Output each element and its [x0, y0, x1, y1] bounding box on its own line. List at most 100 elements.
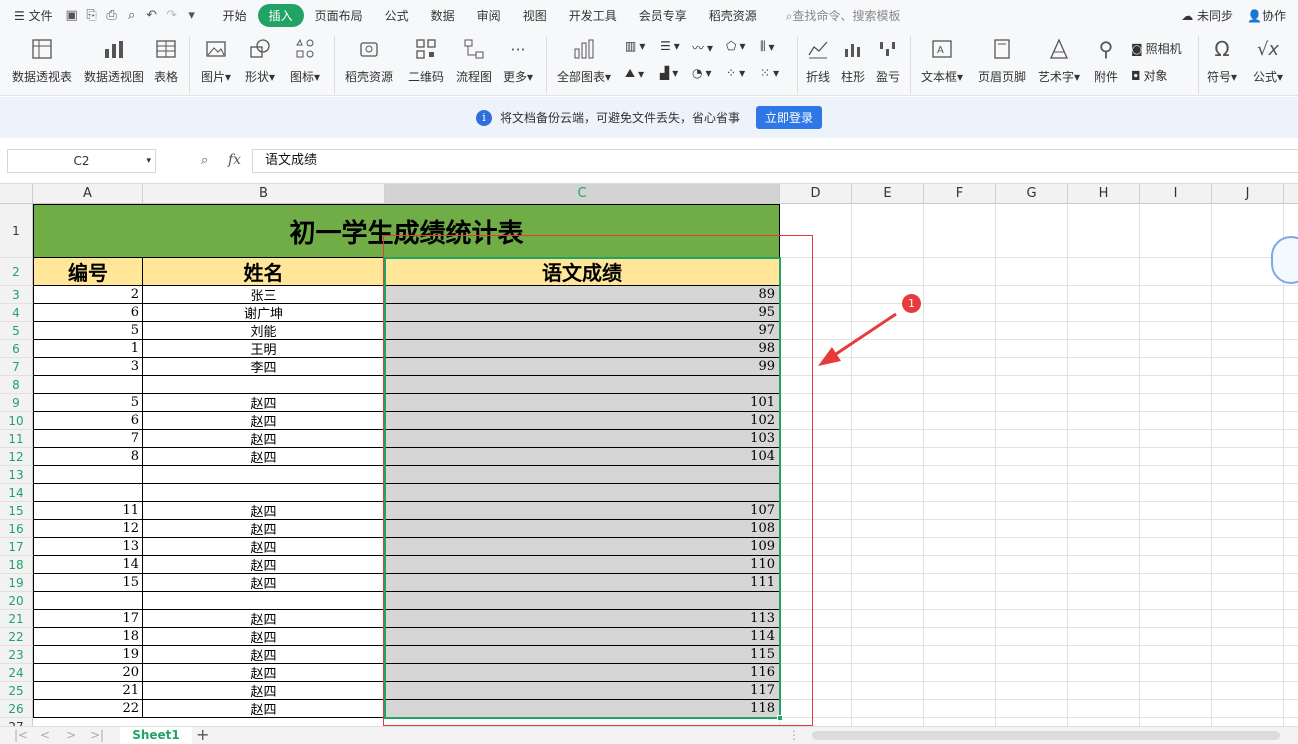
symbol-button[interactable]: Ω 符号▾ [1203, 34, 1241, 85]
id-cell[interactable]: 11 [33, 502, 143, 520]
horizontal-scrollbar[interactable] [812, 731, 1280, 740]
icon-library-button[interactable]: 图标▾ [285, 34, 325, 85]
row-header-19[interactable]: 19 [0, 574, 33, 592]
id-cell[interactable]: 7 [33, 430, 143, 448]
column-header-c[interactable]: C [385, 184, 780, 204]
collab-button[interactable]: 👤协作 [1247, 7, 1286, 24]
column-header-i[interactable]: I [1140, 184, 1212, 204]
row-header-4[interactable]: 4 [0, 304, 33, 322]
row-header-25[interactable]: 25 [0, 682, 33, 700]
name-cell[interactable]: 赵四 [143, 394, 385, 412]
scatter-chart-dropdown[interactable]: ⁘ ▾ [726, 66, 745, 80]
sparkline-column-button[interactable]: 柱形 [838, 34, 868, 85]
row-header-24[interactable]: 24 [0, 664, 33, 682]
id-cell[interactable]: 2 [33, 286, 143, 304]
header-footer-button[interactable]: 页眉页脚 [975, 34, 1029, 85]
qrcode-button[interactable]: 二维码 [406, 34, 446, 85]
id-cell[interactable]: 5 [33, 394, 143, 412]
name-cell[interactable] [143, 484, 385, 502]
column-header-f[interactable]: F [924, 184, 996, 204]
id-cell[interactable]: 13 [33, 538, 143, 556]
row-header-5[interactable]: 5 [0, 322, 33, 340]
quick-access-dropdown-icon[interactable]: ▾ [182, 8, 202, 23]
object-button[interactable]: ◘ 对象 [1131, 67, 1168, 84]
area-chart-dropdown[interactable]: ⛰ ▾ [625, 66, 644, 81]
name-cell[interactable] [143, 466, 385, 484]
row-header-13[interactable]: 13 [0, 466, 33, 484]
name-cell[interactable]: 赵四 [143, 682, 385, 700]
export-icon[interactable]: ⎘ [82, 8, 102, 23]
name-cell[interactable]: 李四 [143, 358, 385, 376]
prev-sheet-icon[interactable]: < [40, 728, 50, 742]
print-icon[interactable]: ⎙ [102, 8, 122, 23]
id-cell[interactable]: 15 [33, 574, 143, 592]
row-header-21[interactable]: 21 [0, 610, 33, 628]
name-box[interactable]: C2 ▾ [7, 149, 156, 173]
row-header-10[interactable]: 10 [0, 412, 33, 430]
formula-insert-button[interactable]: √x 公式▾ [1248, 34, 1288, 85]
add-sheet-icon[interactable]: + [196, 725, 209, 744]
file-menu[interactable]: ☰ 文件 [0, 7, 62, 24]
name-cell[interactable] [143, 376, 385, 394]
row-header-23[interactable]: 23 [0, 646, 33, 664]
row-header-15[interactable]: 15 [0, 502, 33, 520]
name-cell[interactable]: 赵四 [143, 412, 385, 430]
fx-icon[interactable]: fx [228, 152, 241, 168]
row-header-18[interactable]: 18 [0, 556, 33, 574]
textbox-button[interactable]: A 文本框▾ [917, 34, 967, 85]
id-cell[interactable]: 1 [33, 340, 143, 358]
column-header-a[interactable]: A [33, 184, 143, 204]
combo-chart-dropdown[interactable]: ▟ ▾ [660, 66, 678, 80]
docer-resource-button[interactable]: 稻壳资源 [341, 34, 397, 85]
id-cell[interactable]: 20 [33, 664, 143, 682]
name-box-dropdown-icon[interactable]: ▾ [146, 150, 151, 172]
table-button[interactable]: 表格 [150, 34, 182, 85]
column-header-b[interactable]: B [143, 184, 385, 204]
save-icon[interactable]: ▣ [62, 8, 82, 23]
redo-icon[interactable]: ↷ [162, 8, 182, 23]
row-header-27[interactable]: 27 [0, 718, 33, 726]
row-header-16[interactable]: 16 [0, 520, 33, 538]
row-header-22[interactable]: 22 [0, 628, 33, 646]
row-header-8[interactable]: 8 [0, 376, 33, 394]
column-header-g[interactable]: G [996, 184, 1068, 204]
pivot-table-button[interactable]: 数据透视表 [10, 34, 74, 85]
name-cell[interactable]: 赵四 [143, 700, 385, 718]
name-cell[interactable]: 赵四 [143, 610, 385, 628]
name-cell[interactable]: 赵四 [143, 556, 385, 574]
row-header-1[interactable]: 1 [0, 204, 33, 258]
tab-data[interactable]: 数据 [420, 4, 466, 27]
row-header-14[interactable]: 14 [0, 484, 33, 502]
tab-insert[interactable]: 插入 [257, 3, 304, 27]
id-cell[interactable]: 6 [33, 412, 143, 430]
row-header-20[interactable]: 20 [0, 592, 33, 610]
id-cell[interactable]: 17 [33, 610, 143, 628]
name-cell[interactable]: 赵四 [143, 430, 385, 448]
first-sheet-icon[interactable]: |< [14, 728, 28, 742]
select-all-corner[interactable] [0, 184, 33, 204]
row-header-11[interactable]: 11 [0, 430, 33, 448]
id-cell[interactable]: 21 [33, 682, 143, 700]
more-button[interactable]: ··· 更多▾ [499, 34, 537, 85]
column-header-h[interactable]: H [1068, 184, 1140, 204]
tab-developer[interactable]: 开发工具 [558, 4, 628, 27]
id-cell[interactable]: 5 [33, 322, 143, 340]
name-cell[interactable]: 赵四 [143, 520, 385, 538]
flowchart-button[interactable]: 流程图 [452, 34, 496, 85]
bar-chart-dropdown[interactable]: ☰ ▾ [660, 39, 680, 53]
id-cell[interactable]: 6 [33, 304, 143, 322]
camera-button[interactable]: ◙ 照相机 [1131, 40, 1182, 57]
tab-formulas[interactable]: 公式 [374, 4, 420, 27]
name-cell[interactable]: 赵四 [143, 664, 385, 682]
id-cell[interactable]: 12 [33, 520, 143, 538]
tab-view[interactable]: 视图 [512, 4, 558, 27]
column-header-j[interactable]: J [1212, 184, 1284, 204]
name-cell[interactable]: 赵四 [143, 628, 385, 646]
id-cell[interactable] [33, 376, 143, 394]
row-header-12[interactable]: 12 [0, 448, 33, 466]
name-cell[interactable]: 赵四 [143, 448, 385, 466]
header-cell-id[interactable]: 编号 [33, 258, 143, 286]
last-sheet-icon[interactable]: >| [90, 728, 104, 742]
tab-home[interactable]: 开始 [212, 4, 258, 27]
row-header-17[interactable]: 17 [0, 538, 33, 556]
